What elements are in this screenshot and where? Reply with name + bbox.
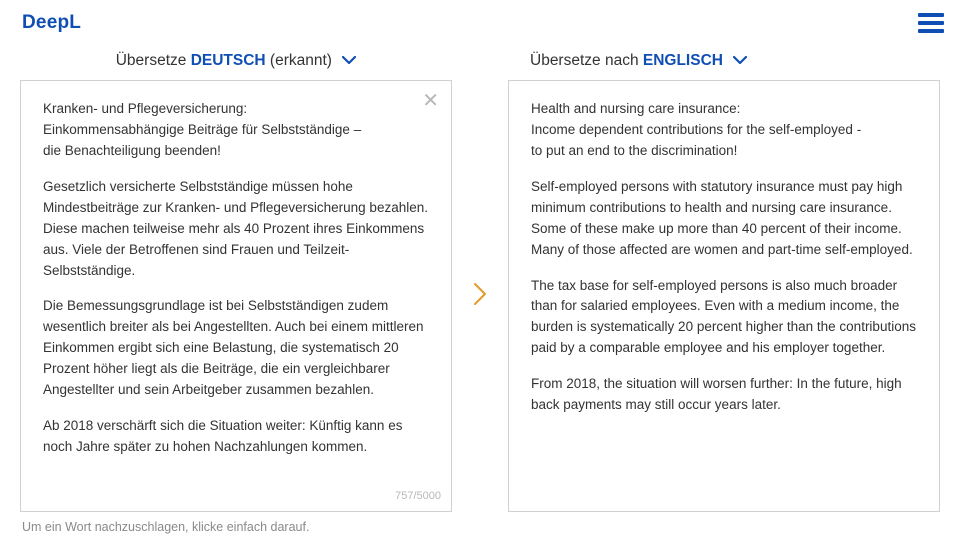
chevron-down-icon: [342, 52, 356, 70]
target-text-pane[interactable]: Health and nursing care insurance: Incom…: [508, 80, 940, 512]
target-language-selector[interactable]: Übersetze nach ENGLISCH: [508, 52, 940, 70]
source-paragraph: Gesetzlich versicherte Selbstständige mü…: [43, 177, 429, 282]
target-language: ENGLISCH: [643, 52, 723, 69]
swap-languages-icon[interactable]: [471, 280, 489, 315]
source-paragraph: Die Bemessungsgrundlage ist bei Selbstst…: [43, 296, 429, 401]
target-label-prefix: Übersetze nach: [530, 52, 643, 69]
swap-column: [452, 52, 508, 512]
clear-source-icon[interactable]: ✕: [422, 91, 439, 111]
target-paragraph: From 2018, the situation will worsen fur…: [531, 374, 917, 416]
source-language-selector[interactable]: Übersetze DEUTSCH (erkannt): [20, 52, 452, 70]
menu-icon[interactable]: [918, 13, 944, 33]
source-language: DEUTSCH: [191, 52, 266, 69]
target-column: Übersetze nach ENGLISCH Health and nursi…: [508, 52, 940, 512]
target-paragraph: The tax base for self-employed persons i…: [531, 276, 917, 360]
target-paragraph: Self-employed persons with statutory ins…: [531, 177, 917, 261]
brand-logo[interactable]: DeepL: [22, 12, 81, 34]
character-count: 757/5000: [395, 488, 441, 505]
app-header: DeepL: [0, 0, 960, 42]
chevron-down-icon: [733, 52, 747, 70]
target-paragraph: Health and nursing care insurance: Incom…: [531, 99, 917, 162]
source-paragraph: Ab 2018 verschärft sich die Situation we…: [43, 416, 429, 458]
source-label-prefix: Übersetze: [116, 52, 191, 69]
translator-main: Übersetze DEUTSCH (erkannt) ✕ Kranken- u…: [0, 42, 960, 512]
source-paragraph: Kranken- und Pflegeversicherung: Einkomm…: [43, 99, 429, 162]
source-text-pane[interactable]: ✕ Kranken- und Pflegeversicherung: Einko…: [20, 80, 452, 512]
source-detected-suffix: (erkannt): [266, 52, 332, 69]
lookup-hint: Um ein Wort nachzuschlagen, klicke einfa…: [0, 512, 960, 534]
source-column: Übersetze DEUTSCH (erkannt) ✕ Kranken- u…: [20, 52, 452, 512]
